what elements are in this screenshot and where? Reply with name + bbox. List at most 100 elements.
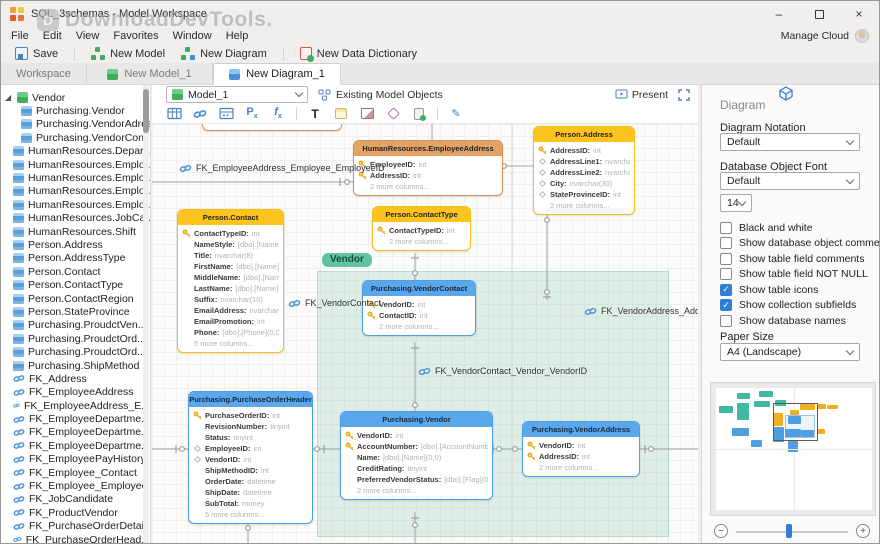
sidebar-item-humanresources-emplo-[interactable]: HumanResources.Emplo... [1, 198, 150, 211]
menu-item-window[interactable]: Window [173, 30, 212, 42]
shape-icon[interactable] [385, 106, 401, 122]
sidebar-item-fk-jobcandidate[interactable]: FK_JobCandidate [1, 493, 150, 506]
checkbox-box[interactable] [720, 314, 732, 327]
text-icon[interactable]: T [307, 106, 323, 122]
edit-objects-icon[interactable]: ✎ [448, 106, 464, 122]
paper-size-select[interactable]: A4 (Landscape) [720, 343, 860, 361]
sidebar-item-fk-purchaseorderhead-[interactable]: FK_PurchaseOrderHead... [1, 533, 150, 543]
vendor-container-label[interactable]: Vendor [322, 253, 372, 267]
sidebar-item-fk-purchaseorderdetail[interactable]: FK_PurchaseOrderDetail [1, 520, 150, 533]
entity-purchasing-purchaseorderheader[interactable]: Purchasing.PurchaseOrderHeader PurchaseOr… [188, 391, 313, 524]
checkbox-show-database-object-comments[interactable]: Show database object comments [720, 237, 879, 250]
relationship-label-fk-vendorcontact[interactable]: FK_VendorContact [288, 298, 381, 308]
present-button[interactable]: Present [615, 89, 668, 101]
sidebar-item-purchasing-vendoradress[interactable]: Purchasing.VendorAdress [1, 118, 150, 131]
manage-cloud-button[interactable]: Manage Cloud [781, 30, 849, 42]
entity-purchasing-vendor[interactable]: Purchasing.Vendor VendorID: int AccountNumb… [340, 411, 493, 500]
sidebar-item-fk-employee-contact[interactable]: FK_Employee_Contact [1, 466, 150, 479]
relationship-label-fk-vendoraddress-address-[interactable]: FK_VendorAddress_Address_ [584, 306, 698, 316]
checkbox-box[interactable] [720, 252, 732, 265]
sidebar-item-fk-employeedepartme-[interactable]: FK_EmployeeDepartme... [1, 426, 150, 439]
entity-purchasing-vendoraddress[interactable]: Purchasing.VendorAddress VendorID: int Addr… [522, 421, 640, 477]
minimap-viewport[interactable] [773, 403, 818, 441]
checkbox-black-and-white[interactable]: Black and white [720, 221, 813, 234]
image-icon[interactable] [359, 106, 375, 122]
note-icon[interactable] [333, 106, 349, 122]
checkbox-show-table-field-comments[interactable]: Show table field comments [720, 252, 864, 265]
sidebar-item-person-address[interactable]: Person.Address [1, 238, 150, 251]
user-avatar[interactable] [855, 28, 869, 43]
menu-item-favorites[interactable]: Favorites [113, 30, 158, 42]
zoom-slider-handle[interactable] [786, 524, 793, 538]
checkbox-show-table-field-not-null[interactable]: Show table field NOT NULL [720, 268, 868, 281]
tab-new-model-1[interactable]: New Model_1 [87, 63, 213, 85]
tab-new-diagram-1[interactable]: New Diagram_1 [213, 63, 341, 85]
font-size-select[interactable]: 14 [720, 194, 752, 212]
menu-item-view[interactable]: View [76, 30, 100, 42]
checkbox-show-table-icons[interactable]: ✓ Show table icons [720, 283, 818, 296]
sidebar-item-humanresources-depar-[interactable]: HumanResources.Depar... [1, 145, 150, 158]
table-icon[interactable] [166, 106, 182, 122]
checkbox-box[interactable] [720, 221, 732, 234]
tab-workspace[interactable]: Workspace [1, 63, 87, 85]
checkbox-box[interactable]: ✓ [720, 299, 732, 311]
new-model-button[interactable]: New Model [87, 46, 169, 61]
sidebar-item-person-contacttype[interactable]: Person.ContactType [1, 278, 150, 291]
sidebar-item-fk-employee-employee[interactable]: FK_Employee_Employee [1, 479, 150, 492]
sidebar-item-humanresources-shift[interactable]: HumanResources.Shift [1, 225, 150, 238]
checkbox-show-collection-subfields[interactable]: ✓ Show collection subfields [720, 299, 856, 312]
save-button[interactable]: Save [11, 46, 62, 61]
existing-model-objects-button[interactable]: Existing Model Objects [318, 89, 443, 101]
close-button[interactable]: × [839, 1, 879, 27]
entity-partial[interactable]: ModifiedDate:datetime [202, 124, 342, 131]
checkbox-box[interactable] [720, 237, 732, 249]
checkbox-show-database-names[interactable]: Show database names [720, 314, 846, 327]
sidebar-item-vendor[interactable]: ◢ Vendor [1, 91, 150, 104]
sidebar-item-fk-employeepayhistory[interactable]: FK_EmployeePayHistory [1, 453, 150, 466]
parameter-icon[interactable]: Px [244, 106, 260, 122]
database-object-font-select[interactable]: Default [720, 172, 860, 190]
chevron-expanded-icon[interactable]: ◢ [5, 93, 13, 102]
model-selector[interactable]: Model_1 [166, 86, 308, 103]
minimize-button[interactable]: – [759, 1, 799, 27]
entity-person-contact[interactable]: Person.Contact ContactTypeID: int NameStyle… [177, 209, 284, 353]
sidebar-item-humanresources-emplo-[interactable]: HumanResources.Emplo... [1, 185, 150, 198]
function-icon[interactable]: fx [270, 106, 286, 122]
relationship-label-fk-vendorcontact-vendor-vendorid[interactable]: FK_VendorContact_Vendor_VendorID [418, 366, 587, 376]
minimap[interactable] [710, 382, 876, 516]
sidebar-item-person-contactregion[interactable]: Person.ContactRegion [1, 292, 150, 305]
view-icon[interactable] [218, 106, 234, 122]
sidebar-item-humanresources-jobca-[interactable]: HumanResources.JobCa... [1, 212, 150, 225]
sidebar-item-humanresources-emplo-[interactable]: HumanResources.Emplo... [1, 158, 150, 171]
zoom-out-button[interactable]: − [714, 524, 728, 538]
sidebar-item-person-addresstype[interactable]: Person.AddressType [1, 252, 150, 265]
new-diagram-button[interactable]: New Diagram [177, 46, 271, 61]
sidebar-scrollbar[interactable] [143, 85, 149, 543]
sidebar-item-fk-employeeaddress[interactable]: FK_EmployeeAddress [1, 386, 150, 399]
sidebar-item-person-contact[interactable]: Person.Contact [1, 265, 150, 278]
sidebar-item-fk-employeeaddress-e-[interactable]: FK_EmployeeAddress_E... [1, 399, 150, 412]
sidebar-item-humanresources-emplo-[interactable]: HumanResources.Emplo... [1, 171, 150, 184]
sidebar-item-purchasing-proudctord-[interactable]: Purchasing.ProudctOrd... [1, 332, 150, 345]
menu-item-file[interactable]: File [11, 30, 29, 42]
sidebar-item-purchasing-proudctord-[interactable]: Purchasing.ProudctOrd... [1, 345, 150, 358]
diagram-canvas[interactable]: Vendor HumanResources.EmployeeAddress Em… [152, 124, 698, 543]
relationship-icon[interactable] [192, 106, 208, 122]
sidebar-item-fk-productvendor[interactable]: FK_ProductVendor [1, 506, 150, 519]
checkbox-box[interactable] [720, 268, 732, 280]
paste-icon[interactable] [411, 106, 427, 122]
fullscreen-icon[interactable] [678, 88, 690, 101]
entity-person-address[interactable]: Person.Address AddressID: int AddressLine1:… [533, 126, 635, 215]
new-data-dictionary-button[interactable]: New Data Dictionary [296, 46, 421, 62]
sidebar-item-purchasing-proudctven-[interactable]: Purchasing.ProudctVen... [1, 319, 150, 332]
checkbox-box[interactable]: ✓ [720, 283, 732, 296]
relationship-label-fk-employeeaddress-employee-employeeid[interactable]: FK_EmployeeAddress_Employee_EmployeeID [179, 163, 385, 173]
zoom-in-button[interactable]: + [856, 524, 870, 538]
maximize-button[interactable] [799, 1, 839, 27]
sidebar-item-purchasing-vendorcont-[interactable]: Purchasing.VendorCont... [1, 131, 150, 144]
sidebar-item-person-stateprovince[interactable]: Person.StateProvince [1, 305, 150, 318]
diagram-notation-select[interactable]: Default [720, 133, 860, 151]
sidebar-item-purchasing-shipmethod[interactable]: Purchasing.ShipMethod [1, 359, 150, 372]
sidebar-item-fk-address[interactable]: FK_Address [1, 372, 150, 385]
menu-item-edit[interactable]: Edit [43, 30, 62, 42]
